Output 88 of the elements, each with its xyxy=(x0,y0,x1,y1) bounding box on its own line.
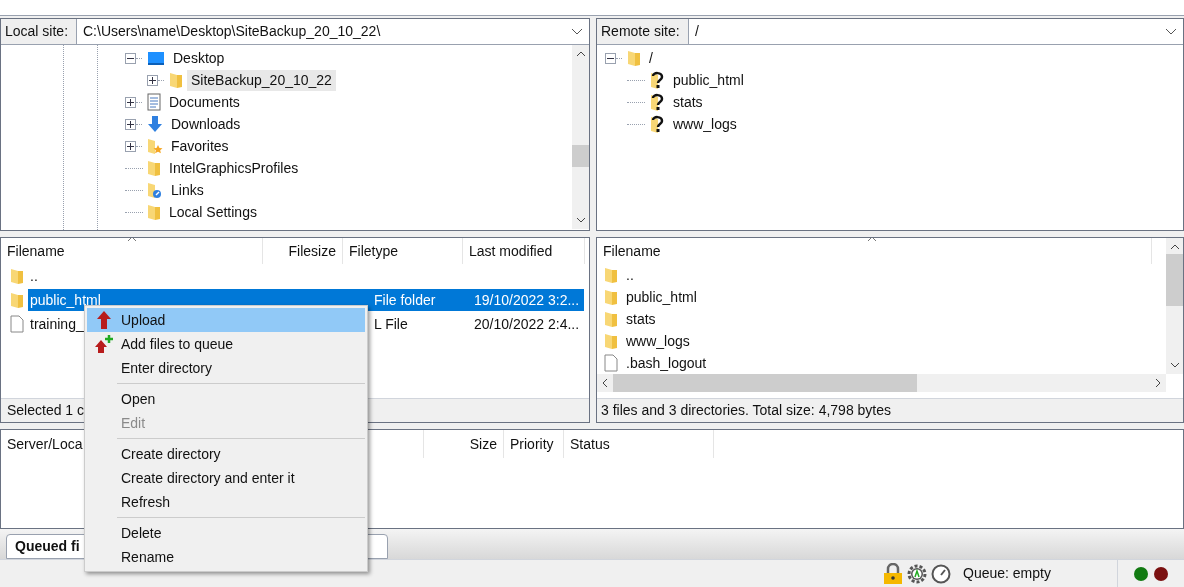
vertical-scrollbar[interactable] xyxy=(572,45,589,229)
star-folder-icon xyxy=(147,137,163,155)
file-modified: 19/10/2022 3:2... xyxy=(474,290,581,310)
column-header[interactable]: Filename xyxy=(597,238,1152,264)
tree-item[interactable]: / xyxy=(645,47,657,69)
tree-item[interactable]: www_logs xyxy=(669,113,741,135)
column-header[interactable]: Last modified xyxy=(463,238,585,264)
column-header[interactable]: Size xyxy=(424,430,504,458)
tree-item[interactable]: IntelGraphicsProfiles xyxy=(165,157,303,179)
column-header[interactable]: Filetype xyxy=(343,238,463,264)
menu-item[interactable]: Add files to queue xyxy=(87,332,365,356)
file-icon xyxy=(604,354,618,372)
up-arrow-plus-icon xyxy=(94,334,114,354)
queue-status: Queue: empty xyxy=(963,564,1052,583)
file-name: public_html xyxy=(29,291,102,308)
tree-item[interactable]: Favorites xyxy=(167,135,233,157)
folder-icon xyxy=(627,49,641,67)
file-name[interactable]: www_logs xyxy=(626,330,690,352)
column-header[interactable]: Priority xyxy=(504,430,564,458)
tree-item[interactable]: public_html xyxy=(669,69,748,91)
folder-icon xyxy=(10,267,24,285)
gear-icon[interactable] xyxy=(907,563,927,584)
folder-icon xyxy=(147,203,161,221)
status-text: 3 files and 3 directories. Total size: 4,798 bytes xyxy=(597,398,1183,422)
up-arrow-icon xyxy=(96,310,112,330)
site-label: Remote site: xyxy=(597,19,689,44)
menu-item[interactable]: Enter directory xyxy=(87,356,365,380)
activity-light xyxy=(1154,566,1168,581)
tree-item[interactable]: stats xyxy=(669,91,707,113)
folder-icon xyxy=(169,71,183,89)
question-folder-icon xyxy=(649,114,665,134)
file-type: L File xyxy=(374,315,408,332)
file-name[interactable]: stats xyxy=(626,308,656,330)
scroll-thumb[interactable] xyxy=(1166,254,1183,306)
tree-item[interactable]: Documents xyxy=(165,91,244,113)
menu-item[interactable]: Upload xyxy=(87,308,365,332)
scroll-down-icon[interactable] xyxy=(1169,360,1180,370)
padlock-icon[interactable] xyxy=(883,562,903,585)
menu-item[interactable]: Refresh xyxy=(87,490,365,514)
file-name[interactable]: public_html xyxy=(626,286,697,308)
tree-item[interactable]: Downloads xyxy=(167,113,245,135)
shortcut-folder-icon xyxy=(147,181,163,199)
menu-item[interactable]: Create directory and enter it xyxy=(87,466,365,490)
tree-item[interactable]: Local Settings xyxy=(165,201,261,223)
menu-item[interactable]: Create directory xyxy=(87,442,365,466)
menu-item[interactable]: Rename xyxy=(87,545,365,569)
column-header[interactable]: Status xyxy=(564,430,714,458)
tree-item[interactable]: Desktop xyxy=(169,47,229,69)
expand-icon[interactable] xyxy=(147,74,158,86)
scroll-up-icon[interactable] xyxy=(575,49,586,59)
scroll-right-icon[interactable] xyxy=(1154,378,1162,388)
speedometer-icon[interactable] xyxy=(931,563,951,584)
file-row[interactable]: .. xyxy=(28,265,584,287)
tree-item[interactable]: SiteBackup_20_10_22 xyxy=(187,69,336,91)
file-name: .. xyxy=(29,267,39,284)
column-header[interactable]: Filesize xyxy=(263,238,343,264)
vertical-scrollbar[interactable] xyxy=(1166,238,1183,374)
question-folder-icon xyxy=(649,92,665,112)
scroll-up-icon[interactable] xyxy=(1169,242,1180,252)
scroll-down-icon[interactable] xyxy=(575,215,586,225)
folder-icon xyxy=(604,310,618,328)
monitor-icon xyxy=(147,50,165,66)
folder-icon xyxy=(604,288,618,306)
horizontal-scrollbar[interactable] xyxy=(597,374,1166,392)
site-label: Local site: xyxy=(1,19,77,44)
file-name[interactable]: .bash_logout xyxy=(626,352,707,374)
folder-icon xyxy=(147,159,161,177)
folder-icon xyxy=(604,332,618,350)
down-arrow-icon xyxy=(147,115,163,133)
expand-icon[interactable] xyxy=(125,140,136,152)
scroll-thumb[interactable] xyxy=(572,145,589,167)
document-icon xyxy=(147,93,161,111)
question-folder-icon xyxy=(649,70,665,90)
file-type: File folder xyxy=(374,291,436,308)
activity-light xyxy=(1134,566,1148,581)
folder-icon xyxy=(604,266,618,284)
menu-item[interactable]: Delete xyxy=(87,521,365,545)
collapse-icon[interactable] xyxy=(125,52,136,64)
file-name[interactable]: .. xyxy=(626,264,634,286)
column-header[interactable]: Filename xyxy=(1,238,263,264)
expand-icon[interactable] xyxy=(125,118,136,130)
tree-item[interactable]: Links xyxy=(167,179,208,201)
scroll-left-icon[interactable] xyxy=(601,378,609,388)
collapse-icon[interactable] xyxy=(605,52,616,64)
folder-icon xyxy=(10,291,24,309)
expand-icon[interactable] xyxy=(125,96,136,108)
file-icon xyxy=(10,315,24,333)
file-modified: 20/10/2022 2:4... xyxy=(474,314,581,334)
